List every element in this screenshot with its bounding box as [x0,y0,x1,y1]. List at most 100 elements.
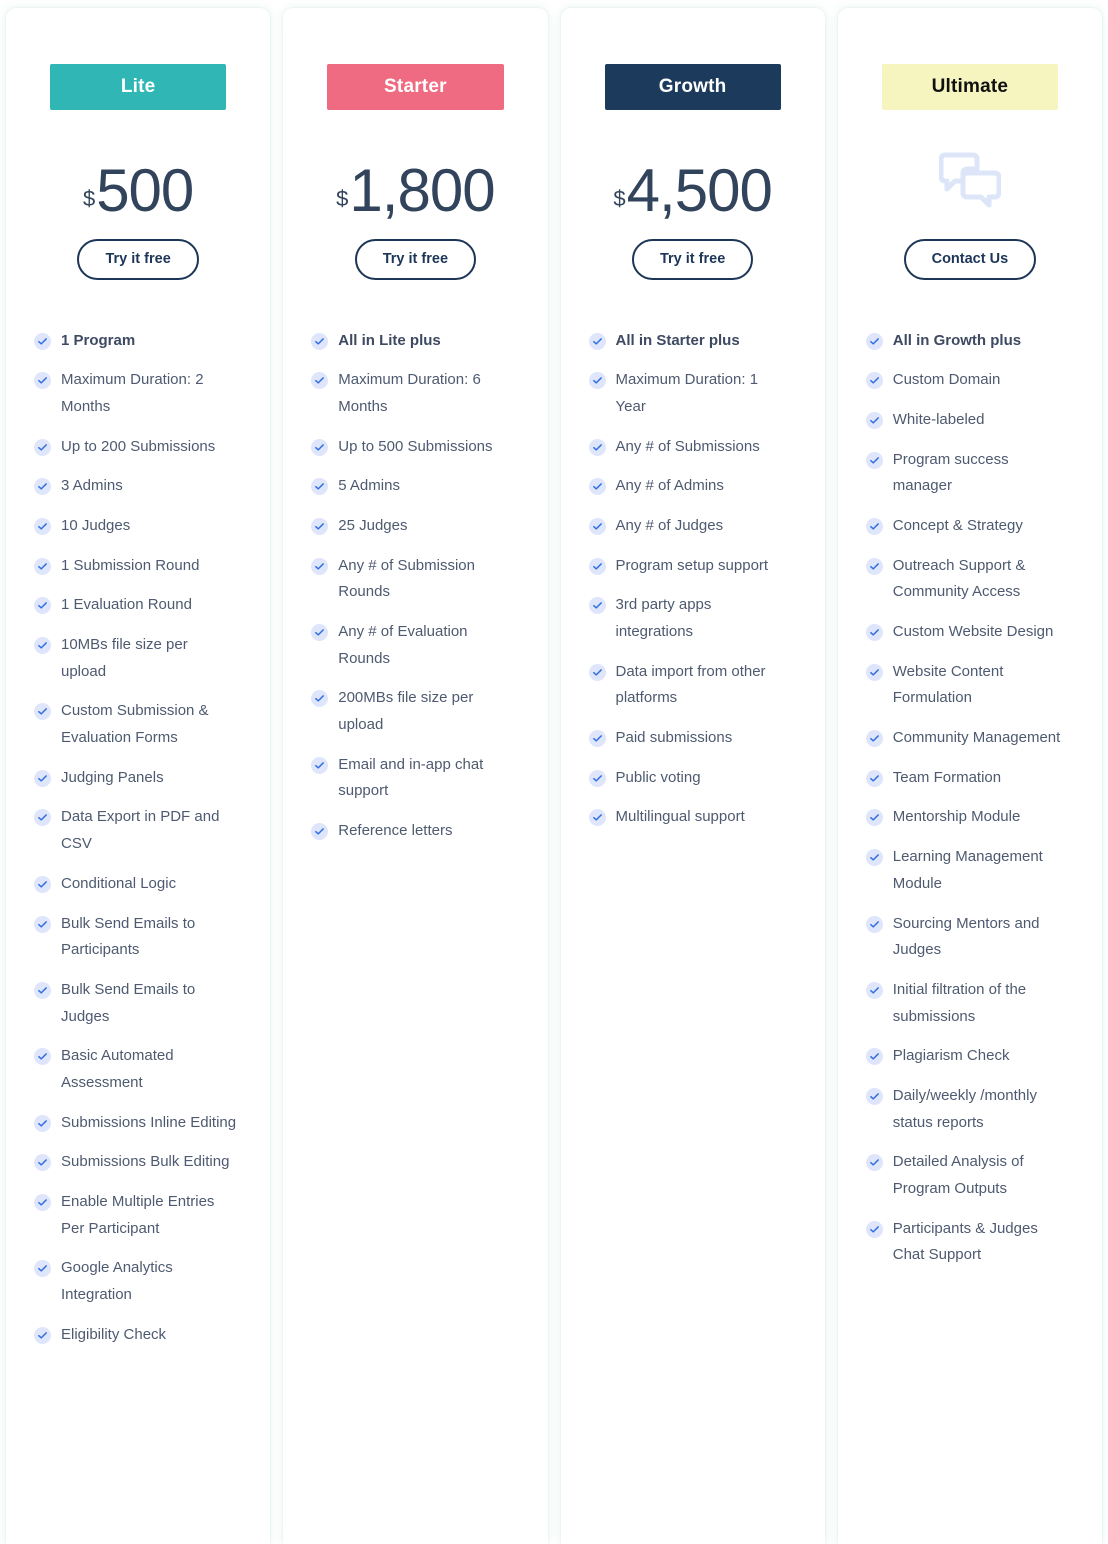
feature-label: Bulk Send Emails to Participants [61,914,196,959]
feature-label: Up to 200 Submissions [61,437,216,455]
feature-list-item: All in Starter plus [588,328,791,355]
feature-list-item: Outreach Support & Community Access [865,553,1068,606]
feature-list-item: Any # of Evaluation Rounds [311,619,513,672]
check-circle-icon [34,1194,51,1211]
feature-label: 1 Program [61,331,136,349]
check-circle-icon [311,690,329,708]
feature-label: Maximum Duration: 2 Months [61,371,204,415]
check-circle-icon [865,411,883,429]
contact-us-button[interactable]: Contact Us [903,239,1037,280]
feature-label: Paid submissions [615,729,733,747]
plan-price: $500 [30,142,246,220]
feature-label: Any # of Submissions [615,437,760,455]
feature-label: Submissions Inline Editing [61,1113,237,1131]
feature-label: Concept & Strategy [892,516,1023,534]
feature-list-item: 3rd party apps integrations [588,592,791,645]
feature-list-item: Maximum Duration: 6 Months [311,367,513,420]
plan-card-lite: Lite $500 Try it free 1 Program Maximum Dura… [6,8,271,1544]
check-circle-icon [588,332,606,350]
plan-card-growth: Growth $4,500 Try it free All in Starter pl… [560,8,825,1544]
feature-list-item: Sourcing Mentors and Judges [865,911,1068,964]
try-it-free-button[interactable]: Try it free [77,239,199,280]
feature-list-item: Community Management [865,725,1068,752]
feature-list-item: All in Growth plus [865,328,1068,355]
check-circle-icon [588,517,606,535]
feature-label: Any # of Judges [615,516,724,534]
feature-label: Custom Website Design [892,623,1054,640]
check-circle-icon [34,915,51,933]
feature-list-item: Plagiarism Check [865,1043,1068,1070]
check-circle-icon [588,809,606,827]
feature-label: Any # of Admins [615,477,724,495]
feature-list-item: Bulk Send Emails to Judges [34,977,236,1030]
feature-list-item: Judging Panels [34,765,236,792]
feature-list-item: 10 Judges [34,513,236,540]
check-circle-icon [34,703,51,721]
feature-label: Maximum Duration: 6 Months [338,371,481,415]
feature-list: 1 Program Maximum Duration: 2 Months Up to… [30,328,246,1349]
feature-list-item: 1 Program [34,328,236,355]
feature-list-item: Initial filtration of the submissions [865,977,1068,1030]
feature-list-item: White-labeled [865,407,1068,434]
check-circle-icon [865,1048,883,1066]
try-it-free-button[interactable]: Try it free [631,239,754,280]
check-circle-icon [588,557,606,575]
feature-label: Any # of Submission Rounds [338,556,475,601]
check-circle-icon [865,451,883,469]
check-circle-icon [865,624,883,641]
feature-list: All in Lite plus Maximum Duration: 6 Mont… [307,328,523,845]
feature-list-item: Concept & Strategy [865,513,1068,540]
check-circle-icon [311,478,329,496]
feature-list-item: 200MBs file size per upload [311,685,513,738]
feature-label: Plagiarism Check [892,1047,1010,1065]
feature-label: All in Lite plus [338,331,441,349]
plan-name-badge: Lite [50,64,227,110]
check-circle-icon [34,1154,51,1172]
check-circle-icon [311,332,329,350]
check-circle-icon [34,1326,51,1344]
feature-label: Daily/weekly /monthly status reports [892,1086,1037,1131]
feature-label: Multilingual support [615,808,745,826]
feature-list-item: 25 Judges [311,513,513,540]
feature-list-item: Enable Multiple Entries Per Participant [34,1189,236,1242]
price-currency-symbol: $ [82,186,96,211]
feature-list-item: Multilingual support [588,804,791,831]
feature-label: White-labeled [892,410,985,428]
check-circle-icon [34,478,51,496]
feature-list-item: Up to 200 Submissions [34,434,236,461]
feature-list-item: Program success manager [865,447,1068,500]
feature-label: Google Analytics Integration [61,1259,173,1304]
feature-label: Bulk Send Emails to Judges [61,980,196,1025]
check-circle-icon [588,730,606,748]
feature-label: Reference letters [338,822,453,840]
feature-list-item: Any # of Judges [588,513,791,540]
feature-list-item: 1 Submission Round [34,553,236,580]
feature-label: 200MBs file size per upload [338,689,474,734]
check-circle-icon [34,332,51,350]
feature-label: Data import from other platforms [615,662,766,707]
feature-label: Initial filtration of the submissions [892,980,1027,1025]
price-currency-symbol: $ [613,186,626,211]
feature-label: Public voting [615,768,701,786]
feature-list-item: Data Export in PDF and CSV [34,804,236,857]
feature-label: Custom Domain [892,371,1001,389]
feature-list-item: 5 Admins [311,473,513,500]
price-amount: 1,800 [349,156,495,224]
check-circle-icon [34,517,51,535]
try-it-free-button[interactable]: Try it free [354,239,477,280]
feature-label: Team Formation [892,768,1002,786]
check-circle-icon [34,557,51,575]
feature-list-item: Eligibility Check [34,1322,236,1349]
feature-label: Email and in-app chat support [338,755,484,800]
plan-price: $1,800 [307,142,523,224]
feature-list-item: Any # of Submission Rounds [311,553,513,606]
check-circle-icon [865,981,883,999]
feature-label: All in Growth plus [892,331,1022,349]
feature-list-item: Program setup support [588,553,791,580]
check-circle-icon [34,1048,51,1066]
check-circle-icon [865,663,883,681]
feature-label: Program success manager [892,450,1009,495]
feature-list-item: 10MBs file size per upload [34,632,236,685]
feature-list-item: Maximum Duration: 1 Year [588,367,791,420]
feature-list-item: Conditional Logic [34,871,236,898]
